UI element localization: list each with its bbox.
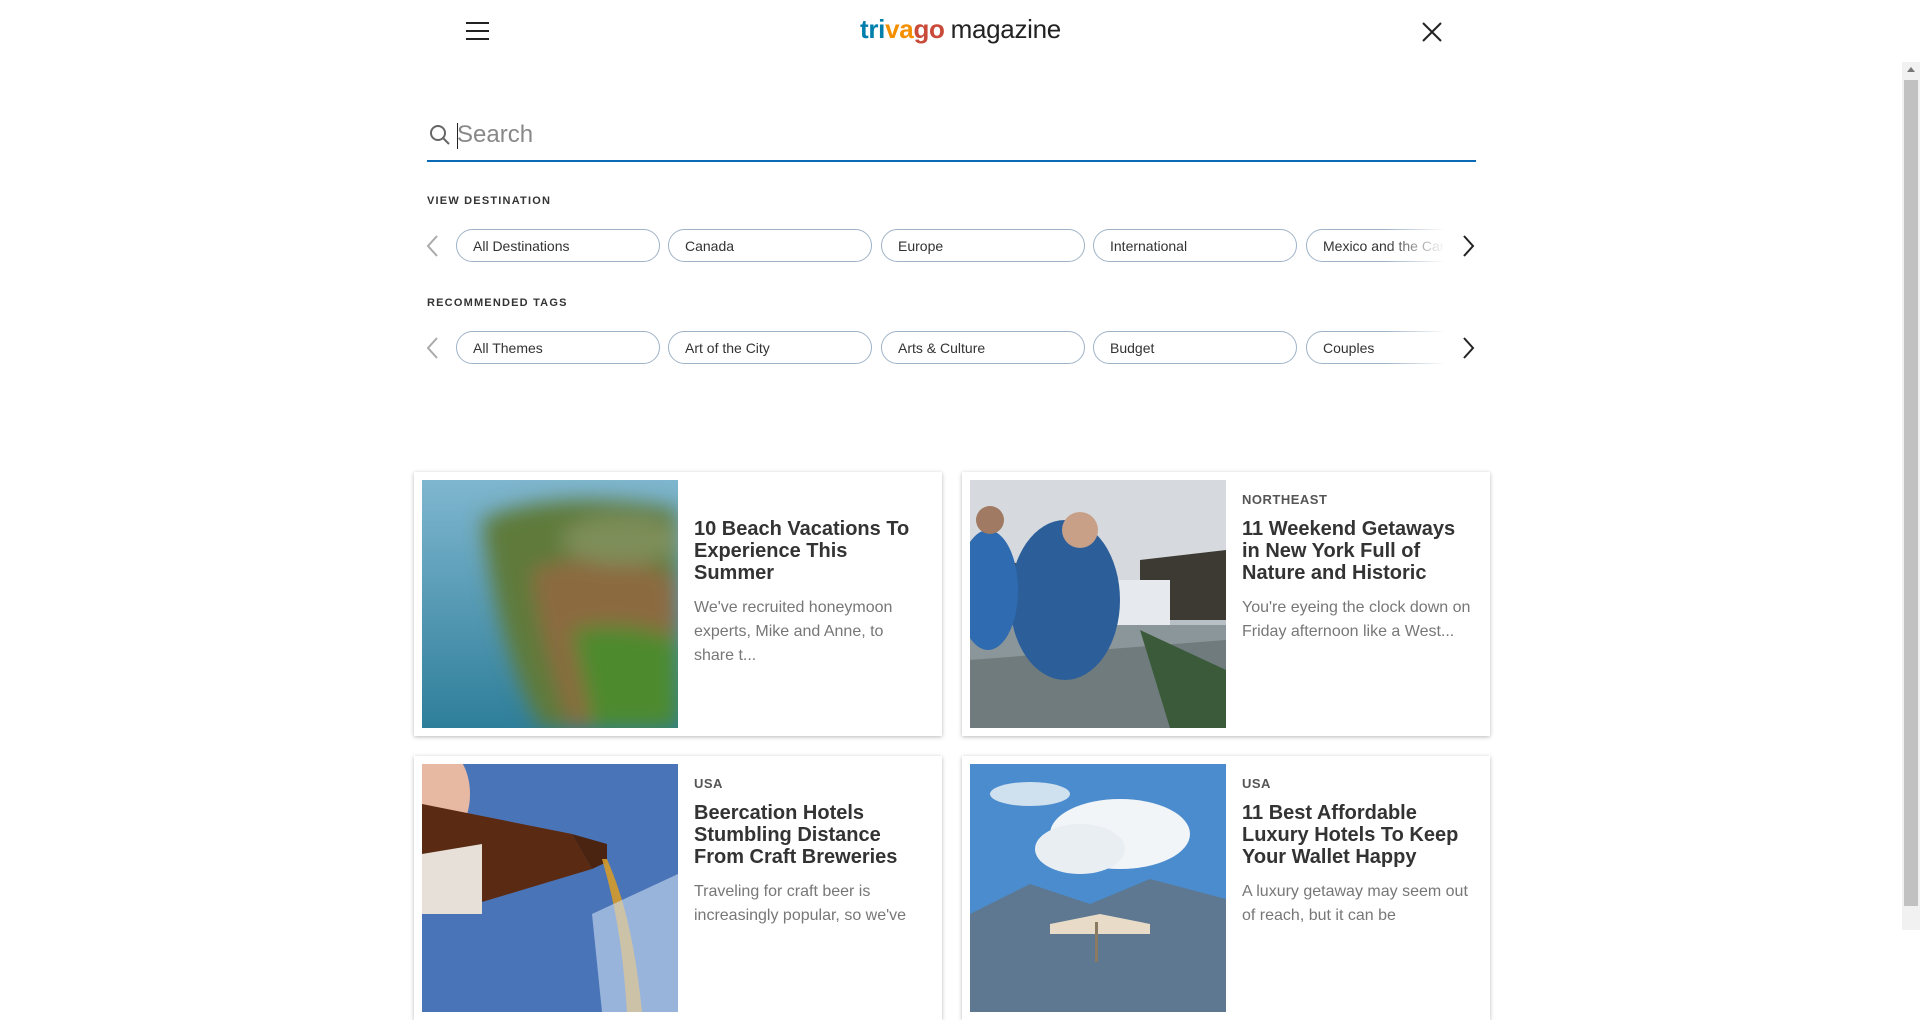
article-title[interactable]: 11 Best Affordable Luxury Hotels To Keep… bbox=[1242, 802, 1474, 868]
chip-mexico-caribbean[interactable]: Mexico and the Caribbean bbox=[1306, 229, 1456, 262]
tags-prev-arrow-icon[interactable] bbox=[424, 334, 444, 362]
chip-budget[interactable]: Budget bbox=[1093, 331, 1297, 364]
article-description: A luxury getaway may seem out of reach, … bbox=[1242, 883, 1468, 924]
article-category[interactable]: USA bbox=[1242, 776, 1474, 792]
tags-label: RECOMMENDED TAGS bbox=[427, 297, 568, 309]
chip-all-destinations[interactable]: All Destinations bbox=[456, 229, 660, 262]
article-image-niagara-boat bbox=[970, 480, 1226, 728]
article-card[interactable]: USA Beercation Hotels Stumbling Distance… bbox=[414, 756, 942, 1020]
chip-art-of-the-city[interactable]: Art of the City bbox=[668, 331, 872, 364]
hamburger-menu-icon[interactable] bbox=[466, 22, 490, 42]
page-scrollbar[interactable] bbox=[1902, 62, 1920, 930]
article-card[interactable]: 10 Beach Vacations To Experience This Su… bbox=[414, 472, 942, 736]
article-description: You're eyeing the clock down on Friday a… bbox=[1242, 599, 1471, 640]
chip-international[interactable]: International bbox=[1093, 229, 1297, 262]
tags-carousel: All Themes Art of the City Arts & Cultur… bbox=[424, 328, 1480, 368]
tags-chip-list: All Themes Art of the City Arts & Cultur… bbox=[456, 328, 1456, 368]
search-icon bbox=[429, 124, 451, 146]
article-body: 10 Beach Vacations To Experience This Su… bbox=[694, 472, 926, 668]
article-category[interactable]: USA bbox=[694, 776, 926, 792]
article-description: Traveling for craft beer is increasingly… bbox=[694, 883, 907, 924]
search-input[interactable] bbox=[455, 116, 1459, 154]
chip-europe[interactable]: Europe bbox=[881, 229, 1085, 262]
destinations-carousel: All Destinations Canada Europe Internati… bbox=[424, 226, 1480, 266]
logo[interactable]: trivago magazine bbox=[860, 14, 1061, 45]
article-image-beach-cliffs bbox=[422, 480, 678, 728]
logo-part-tri: tri bbox=[860, 14, 886, 44]
article-body: NORTHEAST 11 Weekend Getaways in New Yor… bbox=[1242, 472, 1474, 644]
destinations-label: VIEW DESTINATION bbox=[427, 195, 552, 207]
article-category bbox=[694, 492, 926, 508]
search-bar bbox=[427, 108, 1476, 162]
chip-canada[interactable]: Canada bbox=[668, 229, 872, 262]
destinations-chip-list: All Destinations Canada Europe Internati… bbox=[456, 226, 1456, 266]
chip-all-themes[interactable]: All Themes bbox=[456, 331, 660, 364]
article-title[interactable]: 11 Weekend Getaways in New York Full of … bbox=[1242, 518, 1474, 584]
article-card[interactable]: USA 11 Best Affordable Luxury Hotels To … bbox=[962, 756, 1490, 1020]
article-body: USA 11 Best Affordable Luxury Hotels To … bbox=[1242, 756, 1474, 928]
logo-part-magazine: magazine bbox=[950, 14, 1062, 44]
logo-part-go: go bbox=[913, 14, 945, 44]
article-category[interactable]: NORTHEAST bbox=[1242, 492, 1474, 508]
chip-couples[interactable]: Couples bbox=[1306, 331, 1456, 364]
text-caret bbox=[457, 123, 458, 149]
article-description: We've recruited honeymoon experts, Mike … bbox=[694, 599, 893, 664]
destinations-next-arrow-icon[interactable] bbox=[1458, 232, 1478, 260]
logo-part-va: va bbox=[885, 14, 914, 44]
article-image-beer-pour bbox=[422, 764, 678, 1012]
scrollbar-thumb[interactable] bbox=[1904, 80, 1918, 906]
close-icon[interactable] bbox=[1420, 20, 1444, 44]
article-title[interactable]: 10 Beach Vacations To Experience This Su… bbox=[694, 518, 926, 584]
scroll-up-arrow-icon[interactable] bbox=[1907, 67, 1915, 72]
article-body: USA Beercation Hotels Stumbling Distance… bbox=[694, 756, 926, 928]
article-image-mountain-sky bbox=[970, 764, 1226, 1012]
chip-arts-culture[interactable]: Arts & Culture bbox=[881, 331, 1085, 364]
destinations-prev-arrow-icon[interactable] bbox=[424, 232, 444, 260]
article-title[interactable]: Beercation Hotels Stumbling Distance Fro… bbox=[694, 802, 926, 868]
tags-next-arrow-icon[interactable] bbox=[1458, 334, 1478, 362]
article-card[interactable]: NORTHEAST 11 Weekend Getaways in New Yor… bbox=[962, 472, 1490, 736]
